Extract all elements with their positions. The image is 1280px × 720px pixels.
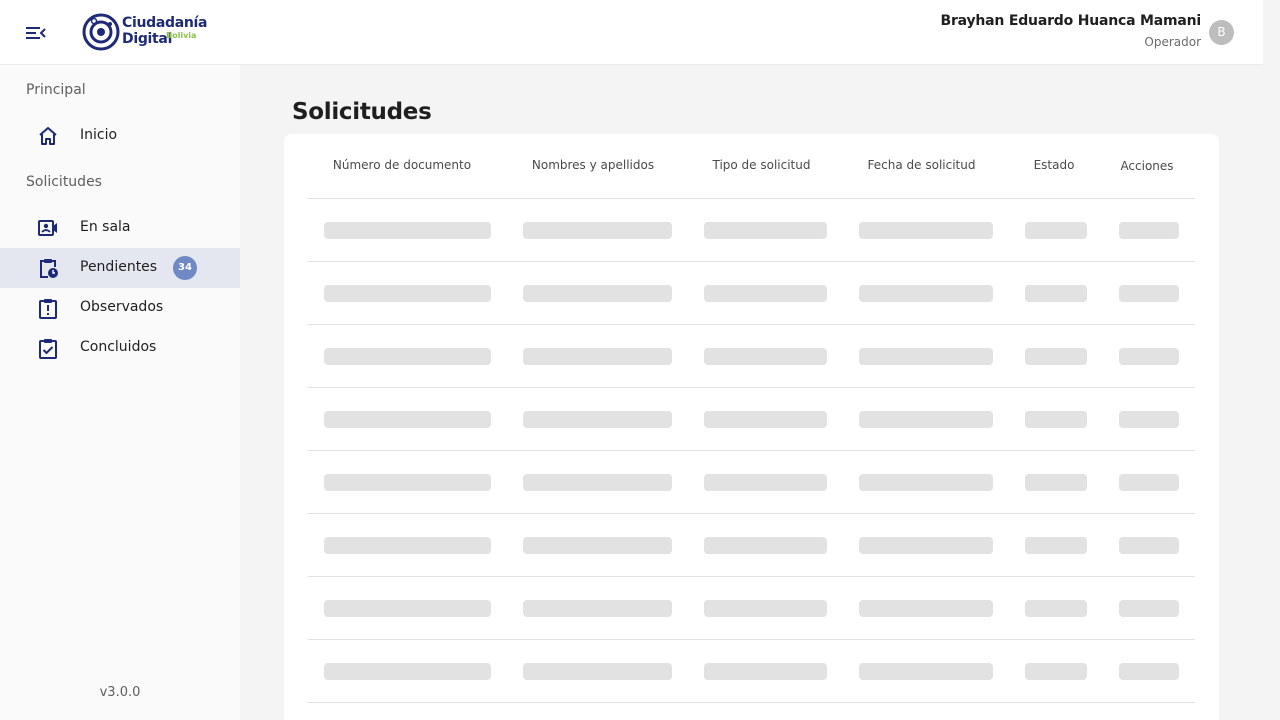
skeleton-cell	[704, 474, 827, 491]
sidebar-item-label: Concluidos	[80, 339, 157, 355]
skeleton-cell	[1025, 600, 1087, 617]
skeleton-cell	[1119, 411, 1179, 428]
skeleton-cell	[523, 222, 672, 239]
skeleton-cell	[1025, 537, 1087, 554]
sidebar-item-concluidos[interactable]: Concluidos	[0, 328, 240, 368]
sidebar: Principal Inicio Solicitudes En sala Pen…	[0, 65, 240, 720]
skeleton-cell	[523, 285, 672, 302]
skeleton-cell	[859, 411, 993, 428]
video-contact-icon	[38, 220, 57, 236]
logo-mark-icon	[82, 13, 120, 51]
skeleton-cell	[859, 285, 993, 302]
column-header-status[interactable]: Estado	[1025, 158, 1083, 172]
skeleton-cell	[704, 348, 827, 365]
skeleton-cell	[523, 663, 672, 680]
skeleton-cell	[523, 474, 672, 491]
skeleton-cell	[324, 600, 491, 617]
section-title-solicitudes: Solicitudes	[26, 174, 102, 190]
column-header-full-name[interactable]: Nombres y apellidos	[523, 158, 663, 172]
sidebar-item-label: En sala	[80, 219, 131, 235]
pending-count-badge: 34	[173, 256, 197, 280]
skeleton-cell	[1119, 600, 1179, 617]
table-row-divider	[308, 387, 1195, 388]
logo[interactable]: Ciudadanía Digital Bolivia	[82, 12, 208, 54]
table-row-divider	[308, 261, 1195, 262]
column-header-request-date[interactable]: Fecha de solicitud	[859, 158, 984, 172]
requests-table: Número de documento Nombres y apellidos …	[284, 134, 1219, 720]
table-row-divider	[308, 639, 1195, 640]
skeleton-cell	[1119, 663, 1179, 680]
top-bar: Ciudadanía Digital Bolivia Brayhan Eduar…	[0, 0, 1263, 65]
sidebar-item-label: Inicio	[80, 127, 118, 143]
sidebar-item-label: Pendientes	[80, 259, 158, 275]
skeleton-cell	[324, 348, 491, 365]
skeleton-cell	[1025, 222, 1087, 239]
clipboard-clock-icon	[40, 259, 58, 278]
skeleton-cell	[859, 537, 993, 554]
skeleton-cell	[324, 411, 491, 428]
skeleton-cell	[859, 222, 993, 239]
sidebar-item-observados[interactable]: Observados	[0, 288, 240, 328]
skeleton-cell	[324, 663, 491, 680]
page-title: Solicitudes	[292, 99, 432, 125]
skeleton-cell	[859, 663, 993, 680]
home-icon	[39, 127, 57, 145]
skeleton-cell	[1025, 474, 1087, 491]
avatar[interactable]: B	[1209, 20, 1234, 45]
logo-text-line1: Ciudadanía	[122, 15, 208, 31]
user-name: Brayhan Eduardo Huanca Mamani	[940, 13, 1202, 29]
skeleton-cell	[1025, 348, 1087, 365]
skeleton-cell	[523, 348, 672, 365]
table-row-divider	[308, 198, 1195, 199]
section-title-principal: Principal	[26, 82, 86, 98]
skeleton-cell	[1025, 663, 1087, 680]
table-row-divider	[308, 450, 1195, 451]
app-version: v3.0.0	[99, 685, 141, 700]
table-row-divider	[308, 324, 1195, 325]
skeleton-cell	[859, 600, 993, 617]
sidebar-item-pendientes[interactable]: Pendientes 34	[0, 248, 240, 288]
skeleton-cell	[1025, 285, 1087, 302]
clipboard-alert-icon	[39, 299, 57, 319]
skeleton-cell	[704, 537, 827, 554]
sidebar-item-en-sala[interactable]: En sala	[0, 208, 240, 248]
column-header-request-type[interactable]: Tipo de solicitud	[704, 158, 819, 172]
skeleton-cell	[704, 600, 827, 617]
table-row-divider	[308, 702, 1195, 703]
skeleton-cell	[1119, 537, 1179, 554]
user-role: Operador	[1144, 35, 1201, 49]
skeleton-cell	[704, 285, 827, 302]
skeleton-cell	[859, 348, 993, 365]
menu-collapse-icon[interactable]	[24, 22, 48, 44]
skeleton-cell	[859, 474, 993, 491]
logo-text-line2: Digital	[122, 31, 173, 47]
skeleton-cell	[324, 537, 491, 554]
skeleton-cell	[704, 663, 827, 680]
logo-text-country: Bolivia	[166, 31, 197, 40]
skeleton-cell	[1119, 474, 1179, 491]
column-header-document-number[interactable]: Número de documento	[331, 158, 473, 172]
skeleton-cell	[324, 474, 491, 491]
clipboard-check-icon	[39, 339, 57, 359]
sidebar-item-label: Observados	[80, 299, 164, 315]
skeleton-cell	[324, 222, 491, 239]
skeleton-cell	[1119, 222, 1179, 239]
table-row-divider	[308, 576, 1195, 577]
skeleton-cell	[1025, 411, 1087, 428]
skeleton-cell	[1119, 348, 1179, 365]
skeleton-cell	[523, 411, 672, 428]
skeleton-cell	[523, 600, 672, 617]
skeleton-cell	[324, 285, 491, 302]
table-row-divider	[308, 513, 1195, 514]
skeleton-cell	[523, 537, 672, 554]
skeleton-cell	[1119, 285, 1179, 302]
sidebar-item-inicio[interactable]: Inicio	[0, 116, 240, 156]
skeleton-cell	[704, 222, 827, 239]
column-header-actions: Acciones	[1120, 159, 1174, 173]
skeleton-cell	[704, 411, 827, 428]
